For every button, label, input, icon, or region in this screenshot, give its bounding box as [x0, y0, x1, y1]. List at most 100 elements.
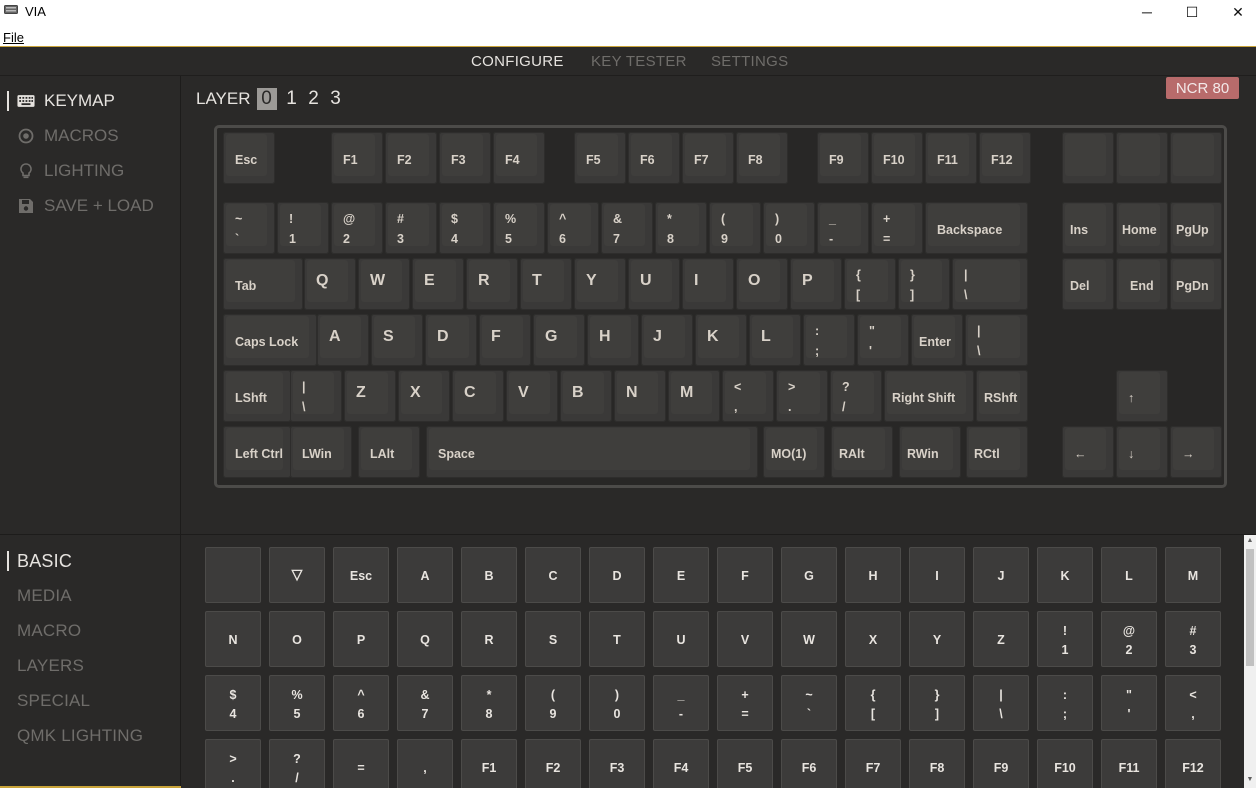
keycode-f1[interactable]: F1: [461, 739, 517, 788]
category-special[interactable]: SPECIAL: [17, 691, 90, 711]
keycode-r[interactable]: R: [461, 611, 517, 667]
layer-3-button[interactable]: 3: [325, 88, 347, 110]
key-2[interactable]: @2: [331, 202, 383, 254]
layer-2-button[interactable]: 2: [303, 88, 325, 110]
key-arrow-up[interactable]: ↑: [1116, 370, 1168, 422]
key-f5[interactable]: F5: [574, 132, 626, 184]
key-arrow-right[interactable]: →: [1170, 426, 1222, 478]
keycode-c[interactable]: C: [525, 547, 581, 603]
keycode-backslash[interactable]: | \: [973, 675, 1029, 731]
key-v[interactable]: V: [506, 370, 558, 422]
key-ralt[interactable]: RAlt: [831, 426, 893, 478]
key-p[interactable]: P: [790, 258, 842, 310]
key-lbracket[interactable]: {[: [844, 258, 896, 310]
keycode-u[interactable]: U: [653, 611, 709, 667]
key-semicolon[interactable]: :;: [803, 314, 855, 366]
key-f11[interactable]: F11: [925, 132, 977, 184]
category-layers[interactable]: LAYERS: [17, 656, 84, 676]
keycode-q[interactable]: Q: [397, 611, 453, 667]
key-mo1[interactable]: MO(1): [763, 426, 825, 478]
key-lalt[interactable]: LAlt: [358, 426, 420, 478]
key-end[interactable]: End: [1116, 258, 1168, 310]
keycode-f5[interactable]: F5: [717, 739, 773, 788]
key-r[interactable]: R: [466, 258, 518, 310]
key-t[interactable]: T: [520, 258, 572, 310]
keycode-quote[interactable]: " ': [1101, 675, 1157, 731]
keycode-b[interactable]: B: [461, 547, 517, 603]
key-period[interactable]: >.: [776, 370, 828, 422]
key-rwin[interactable]: RWin: [899, 426, 961, 478]
keycode-minus[interactable]: _ -: [653, 675, 709, 731]
key-pgdn[interactable]: PgDn: [1170, 258, 1222, 310]
key-tab[interactable]: Tab: [223, 258, 303, 310]
key-equal[interactable]: + =: [871, 202, 923, 254]
key-q[interactable]: Q: [304, 258, 356, 310]
keycode-7[interactable]: & 7: [397, 675, 453, 731]
keycode-5[interactable]: % 5: [269, 675, 325, 731]
layer-1-button[interactable]: 1: [281, 88, 303, 110]
keycode-f7[interactable]: F7: [845, 739, 901, 788]
keycode-o[interactable]: O: [269, 611, 325, 667]
keycode-f[interactable]: F: [717, 547, 773, 603]
keycode-lbracket[interactable]: {[: [845, 675, 901, 731]
key-c[interactable]: C: [452, 370, 504, 422]
key-del[interactable]: Del: [1062, 258, 1114, 310]
key-backspace[interactable]: Backspace: [925, 202, 1028, 254]
keycode-f12[interactable]: F12: [1165, 739, 1221, 788]
key-s[interactable]: S: [371, 314, 423, 366]
key-home[interactable]: Home: [1116, 202, 1168, 254]
key-blank[interactable]: [1062, 132, 1114, 184]
key-f3[interactable]: F3: [439, 132, 491, 184]
keycode-m[interactable]: M: [1165, 547, 1221, 603]
keycode-f4[interactable]: F4: [653, 739, 709, 788]
keycode-s[interactable]: S: [525, 611, 581, 667]
key-slash[interactable]: ? /: [830, 370, 882, 422]
keycode-2[interactable]: @2: [1101, 611, 1157, 667]
keycode-f3[interactable]: F3: [589, 739, 645, 788]
key-y[interactable]: Y: [574, 258, 626, 310]
key-f2[interactable]: F2: [385, 132, 437, 184]
key-h[interactable]: H: [587, 314, 639, 366]
key-esc[interactable]: Esc: [223, 132, 275, 184]
keycode-f11[interactable]: F11: [1101, 739, 1157, 788]
key-6[interactable]: ^ 6: [547, 202, 599, 254]
keycode-g[interactable]: G: [781, 547, 837, 603]
key-f7[interactable]: F7: [682, 132, 734, 184]
key-0[interactable]: ) 0: [763, 202, 815, 254]
key-n[interactable]: N: [614, 370, 666, 422]
keycode-t[interactable]: T: [589, 611, 645, 667]
keycode-y[interactable]: Y: [909, 611, 965, 667]
keycode-x[interactable]: X: [845, 611, 901, 667]
keycode-i[interactable]: I: [909, 547, 965, 603]
key-f10[interactable]: F10: [871, 132, 923, 184]
tab-configure[interactable]: CONFIGURE: [471, 53, 564, 70]
keycode-transparent[interactable]: ▽: [269, 547, 325, 603]
key-g[interactable]: G: [533, 314, 585, 366]
keycode-p[interactable]: P: [333, 611, 389, 667]
key-minus[interactable]: _ -: [817, 202, 869, 254]
key-w[interactable]: W: [358, 258, 410, 310]
key-quote[interactable]: " ': [857, 314, 909, 366]
keycode-8[interactable]: * 8: [461, 675, 517, 731]
keycode-none[interactable]: [205, 547, 261, 603]
key-f12[interactable]: F12: [979, 132, 1031, 184]
keycode-f2[interactable]: F2: [525, 739, 581, 788]
scroll-down-icon[interactable]: ▼: [1244, 776, 1256, 786]
keycode-a[interactable]: A: [397, 547, 453, 603]
key-u[interactable]: U: [628, 258, 680, 310]
key-left-ctrl[interactable]: Left Ctrl: [223, 426, 291, 478]
keycode-esc[interactable]: Esc: [333, 547, 389, 603]
tab-key-tester[interactable]: KEY TESTER: [591, 53, 687, 70]
key-backslash-iso[interactable]: | \: [965, 314, 1028, 366]
key-blank[interactable]: [1170, 132, 1222, 184]
key-rshift[interactable]: RShft: [976, 370, 1028, 422]
keycode-period[interactable]: >.: [205, 739, 261, 788]
sidebar-item-lighting[interactable]: LIGHTING: [0, 156, 181, 186]
category-qmk-lighting[interactable]: QMK LIGHTING: [17, 726, 143, 746]
key-rbracket[interactable]: }]: [898, 258, 950, 310]
key-7[interactable]: & 7: [601, 202, 653, 254]
key-z[interactable]: Z: [344, 370, 396, 422]
key-ins[interactable]: Ins: [1062, 202, 1114, 254]
key-d[interactable]: D: [425, 314, 477, 366]
key-m[interactable]: M: [668, 370, 720, 422]
